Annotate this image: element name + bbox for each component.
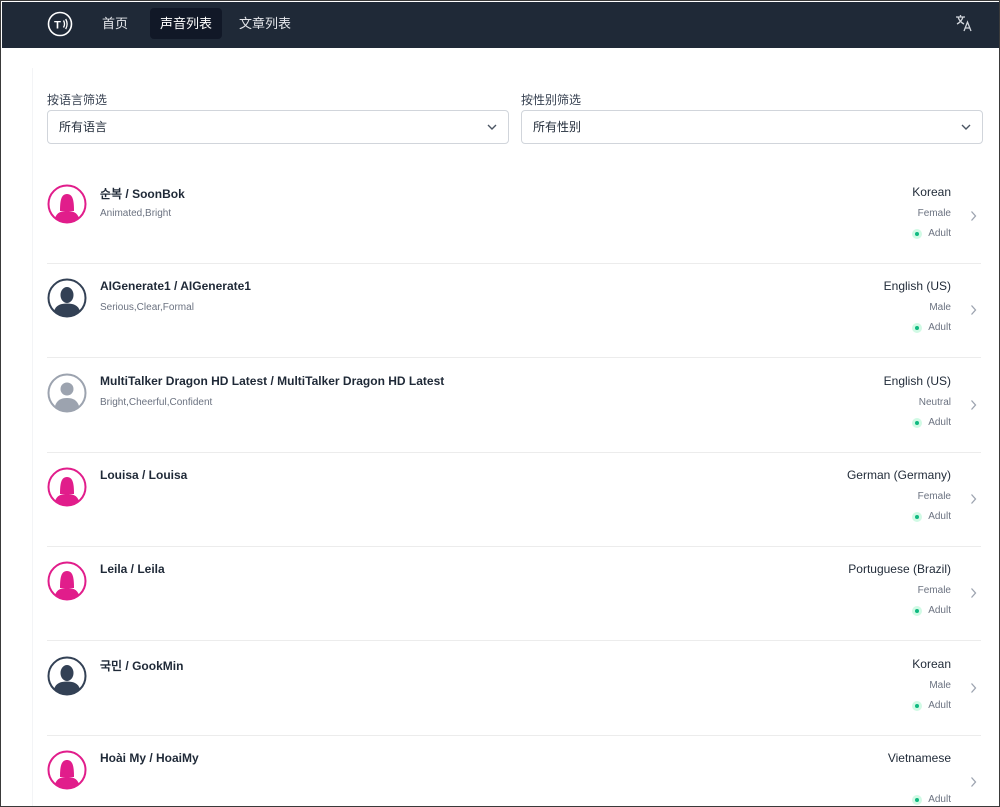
- voice-gender: Female: [917, 208, 951, 219]
- adult-status-dot-icon: [912, 700, 923, 711]
- voice-row[interactable]: 순복 / SoonBok Animated,Bright Korean Female A…: [47, 170, 981, 264]
- voice-name: MultiTalker Dragon HD Latest / MultiTalk…: [100, 373, 445, 388]
- voice-list-panel: 按语言筛选 所有语言 按性别筛选 所有性别 순복 / SoonBok Animat…: [32, 68, 994, 806]
- voice-age-label: Adult: [928, 322, 951, 334]
- voice-row[interactable]: Louisa / Louisa German (Germany) Female Adu…: [47, 453, 981, 547]
- language-filter-label: 按语言筛选: [47, 93, 108, 107]
- female-avatar-icon: [47, 467, 87, 507]
- voice-row[interactable]: Leila / Leila Portuguese (Brazil) Female Ad…: [47, 547, 981, 642]
- voice-age-label: Adult: [928, 228, 951, 239]
- voice-language: English (US): [883, 373, 951, 388]
- voice-age: Adult: [912, 511, 951, 522]
- chevron-right-icon: [971, 588, 977, 599]
- voice-language: Korean: [912, 185, 951, 199]
- translate-icon[interactable]: [954, 13, 974, 33]
- chevron-right-icon: [971, 493, 977, 504]
- voice-tags: Animated,Bright: [100, 208, 172, 219]
- voice-name: 순복 / SoonBok: [100, 187, 185, 201]
- voice-age: Adult: [912, 228, 951, 239]
- voice-age-label: Adult: [928, 605, 951, 617]
- svg-text:T: T: [54, 20, 61, 32]
- voice-gender: Neutral: [918, 396, 951, 408]
- language-filter-value: 所有语言: [59, 120, 108, 134]
- voice-age-label: Adult: [928, 699, 951, 711]
- adult-status-dot-icon: [912, 794, 923, 805]
- voice-age: Adult: [912, 794, 951, 805]
- voice-name: Leila / Leila: [100, 562, 165, 577]
- adult-status-dot-icon: [912, 606, 923, 617]
- voice-row[interactable]: Hoài My / HoaiMy Vietnamese Adult: [47, 736, 981, 806]
- chevron-right-icon: [971, 305, 977, 316]
- gender-filter-label: 按性别筛选: [521, 93, 582, 107]
- voice-age: Adult: [912, 700, 951, 711]
- language-filter-select[interactable]: 所有语言: [47, 110, 509, 144]
- voice-age: Adult: [912, 605, 951, 617]
- voice-row[interactable]: AIGenerate1 / AIGenerate1 Serious,Clear,F…: [47, 264, 981, 359]
- gender-filter-select[interactable]: 所有性别: [521, 110, 983, 144]
- chevron-right-icon: [971, 682, 977, 693]
- voice-age-label: Adult: [928, 793, 951, 805]
- voice-name: AIGenerate1 / AIGenerate1: [100, 279, 251, 294]
- voice-tags: Bright,Cheerful,Confident: [100, 396, 213, 408]
- female-avatar-icon: [47, 184, 87, 224]
- voice-row[interactable]: MultiTalker Dragon HD Latest / MultiTalk…: [47, 359, 981, 453]
- chevron-right-icon: [971, 211, 977, 221]
- adult-status-dot-icon: [912, 229, 923, 239]
- nav-tab-article-list[interactable]: 文章列表: [229, 8, 301, 39]
- chevron-right-icon: [971, 776, 977, 787]
- top-navbar: T 首页 声音列表 文章列表: [2, 2, 999, 48]
- neutral-avatar-icon: [47, 373, 87, 413]
- voice-name: Hoài My / HoaiMy: [100, 750, 199, 765]
- voice-language: Vietnamese: [887, 750, 951, 765]
- voice-gender: Female: [917, 585, 951, 597]
- voice-gender: Male: [929, 302, 951, 314]
- chevron-down-icon: [961, 124, 971, 130]
- app-window: T 首页 声音列表 文章列表 按语言筛选 所有语言 按性别筛选 所有性别 순복 …: [0, 0, 1000, 807]
- adult-status-dot-icon: [912, 417, 923, 428]
- voice-age: Adult: [912, 417, 951, 428]
- voice-age-label: Adult: [928, 416, 951, 428]
- adult-status-dot-icon: [912, 511, 923, 522]
- logo-icon[interactable]: T: [47, 11, 73, 37]
- voice-gender: Female: [917, 490, 951, 502]
- voice-row[interactable]: 국민 / GookMin Korean Male Adult: [47, 642, 981, 736]
- adult-status-dot-icon: [912, 323, 923, 334]
- voice-name: Louisa / Louisa: [100, 467, 188, 482]
- female-avatar-icon: [47, 561, 87, 601]
- male-avatar-icon: [47, 656, 87, 695]
- voice-language: Korean: [912, 656, 951, 671]
- voice-name: 국민 / GookMin: [100, 658, 184, 673]
- voice-language: German (Germany): [846, 467, 951, 482]
- gender-filter-value: 所有性别: [533, 120, 582, 134]
- voice-language: English (US): [883, 279, 951, 294]
- female-avatar-icon: [47, 750, 87, 790]
- nav-tab-home[interactable]: 首页: [92, 8, 138, 39]
- voice-gender: Male: [929, 679, 951, 691]
- male-avatar-icon: [47, 278, 87, 318]
- voice-language: Portuguese (Brazil): [848, 562, 951, 577]
- chevron-down-icon: [487, 124, 497, 130]
- voice-age-label: Adult: [928, 510, 951, 522]
- voice-tags: Serious,Clear,Formal: [100, 302, 194, 314]
- nav-tab-voice-list[interactable]: 声音列表: [150, 8, 223, 39]
- chevron-right-icon: [971, 399, 977, 410]
- voice-age: Adult: [912, 322, 951, 334]
